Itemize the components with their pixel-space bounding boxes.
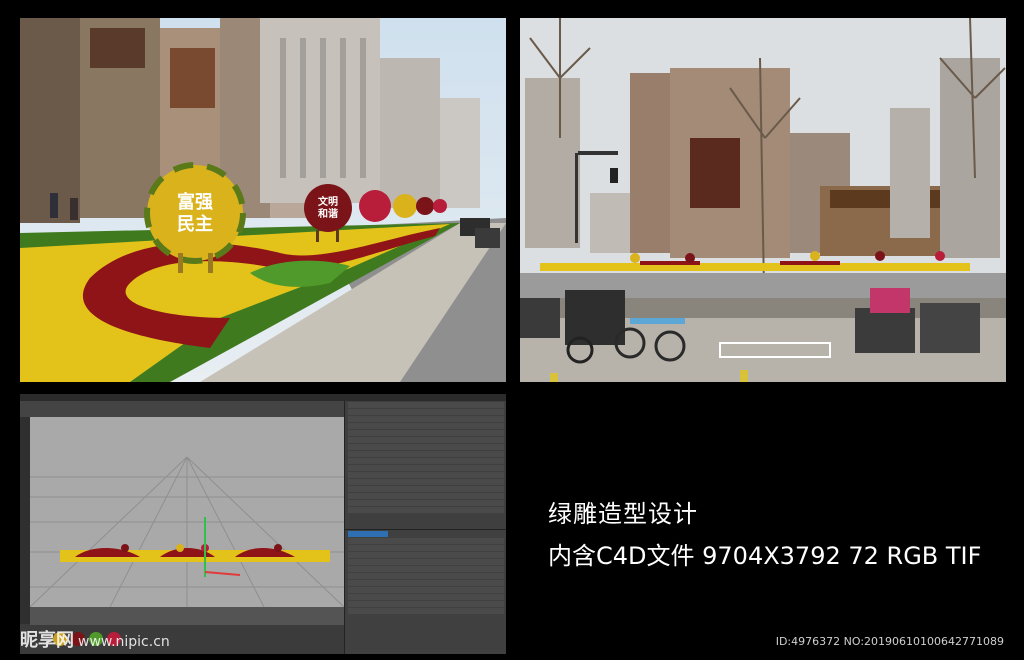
c4d-object-manager — [344, 401, 506, 529]
caption-title: 绿雕造型设计 — [548, 500, 698, 528]
render-scene: 富强 民主 文明 和谐 — [20, 18, 506, 382]
caption-spec: 内含C4D文件 9704X3792 72 RGB TIF — [548, 542, 982, 570]
c4d-attribute-manager — [344, 529, 506, 654]
c4d-left-toolbar — [20, 417, 30, 624]
c4d-timeline — [30, 607, 344, 625]
c4d-menubar — [20, 394, 506, 401]
c4d-screenshot — [20, 394, 506, 654]
watermark-brand: 昵享网 — [20, 630, 74, 651]
big-ball-text: 富强 — [177, 191, 213, 213]
watermark: 昵享网 www.nipic.cn — [20, 626, 170, 652]
photo-image — [520, 18, 1006, 382]
ball-2-text-2: 和谐 — [317, 207, 338, 220]
render-image: 富强 民主 文明 和谐 — [20, 18, 506, 382]
ball-2-text: 文明 — [318, 195, 338, 208]
c4d-viewport — [29, 417, 345, 608]
photo-scene — [520, 18, 1006, 382]
c4d-viewport-grid — [29, 417, 345, 608]
big-ball-text-2: 民主 — [177, 213, 213, 235]
image-id-line: ID:4976372 NO:20190610100642771089 — [775, 635, 1004, 648]
watermark-url: www.nipic.cn — [78, 634, 170, 650]
